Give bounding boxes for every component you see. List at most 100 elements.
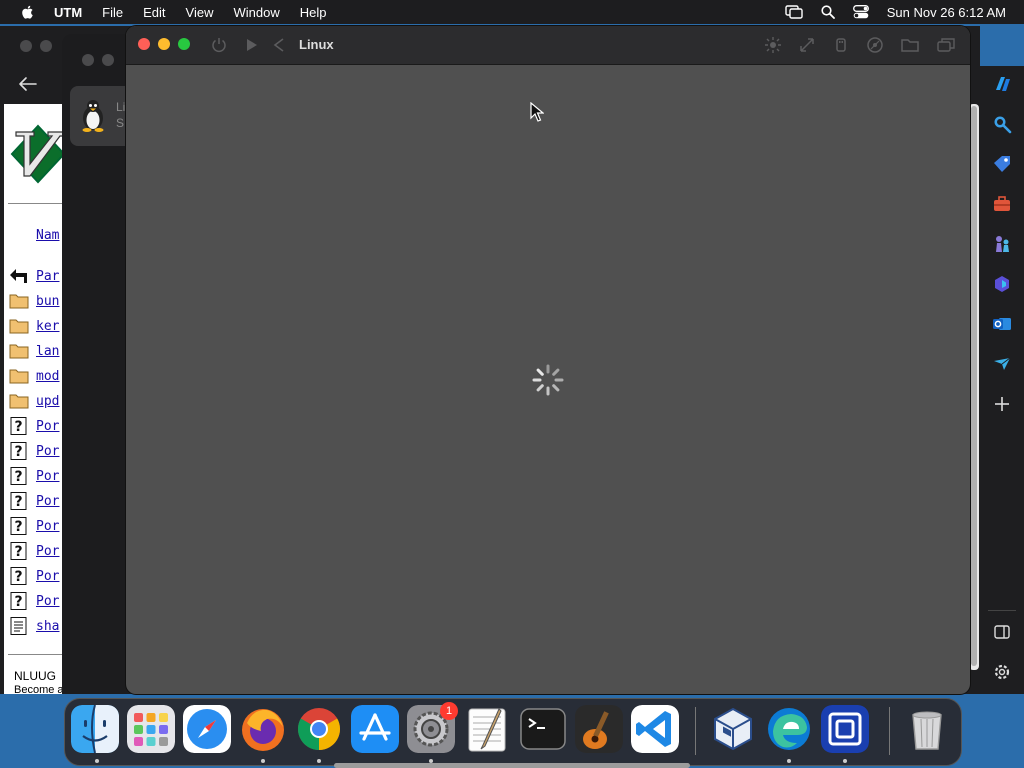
directory-link[interactable]: lan xyxy=(36,344,59,359)
add-plus-icon[interactable] xyxy=(992,394,1012,414)
play-icon[interactable] xyxy=(242,36,260,54)
garageband-app-icon[interactable] xyxy=(575,705,623,753)
text-file-icon xyxy=(10,617,27,635)
file-link[interactable]: Por xyxy=(36,569,59,584)
dock-separator xyxy=(695,707,696,755)
sidebar-toggle-icon[interactable] xyxy=(992,622,1012,642)
capture-input-icon[interactable] xyxy=(764,36,782,54)
list-item[interactable]: ? Por xyxy=(9,491,59,511)
launchpad-app-icon[interactable] xyxy=(127,705,175,753)
folder-icon xyxy=(9,344,29,359)
list-item[interactable]: ? Por xyxy=(9,566,59,586)
settings-gear-icon[interactable] xyxy=(992,662,1012,682)
list-item[interactable]: ? Por xyxy=(9,516,59,536)
menu-app-name[interactable]: UTM xyxy=(54,5,82,20)
windows-icon[interactable] xyxy=(936,36,956,54)
divider xyxy=(8,654,64,655)
resize-display-icon[interactable] xyxy=(798,36,816,54)
list-item[interactable]: Par xyxy=(9,266,59,286)
screen-mirroring-icon[interactable] xyxy=(785,5,803,19)
browser-close-button[interactable] xyxy=(20,40,32,52)
vm-window-controls xyxy=(138,38,190,50)
browser-minimize-button[interactable] xyxy=(40,40,52,52)
list-item[interactable]: ker xyxy=(9,316,59,336)
file-link[interactable]: Por xyxy=(36,469,59,484)
vm-toolbar xyxy=(764,36,956,54)
file-link[interactable]: Por xyxy=(36,444,59,459)
firefox-running-indicator xyxy=(261,759,265,763)
file-link[interactable]: Por xyxy=(36,494,59,509)
loading-spinner-icon xyxy=(532,364,564,396)
list-item[interactable]: ? Por xyxy=(9,416,59,436)
cd-drive-icon[interactable] xyxy=(866,36,884,54)
menu-file[interactable]: File xyxy=(102,5,123,20)
tools-briefcase-icon[interactable] xyxy=(992,194,1012,214)
directory-link[interactable]: bun xyxy=(36,294,59,309)
directory-link[interactable]: mod xyxy=(36,369,59,384)
browser-scrollbar-thumb[interactable] xyxy=(971,106,977,666)
menu-view[interactable]: View xyxy=(186,5,214,20)
list-item[interactable]: lan xyxy=(9,341,59,361)
footer-member-link[interactable]: Become a member xyxy=(14,684,64,694)
usb-device-icon[interactable] xyxy=(832,36,850,54)
chrome-app-icon[interactable] xyxy=(295,705,343,753)
list-item[interactable]: ? Por xyxy=(9,541,59,561)
search-icon[interactable] xyxy=(992,114,1012,134)
apple-logo-icon[interactable] xyxy=(20,4,36,20)
menu-bar-clock[interactable]: Sun Nov 26 6:12 AM xyxy=(887,5,1006,20)
minimize-button[interactable] xyxy=(158,38,170,50)
spotlight-search-icon[interactable] xyxy=(821,5,835,19)
control-center-icon[interactable] xyxy=(852,5,869,19)
list-item[interactable]: sha xyxy=(9,616,59,636)
terminal-app-icon[interactable] xyxy=(519,705,567,753)
file-link[interactable]: Por xyxy=(36,544,59,559)
file-link[interactable]: Por xyxy=(36,419,59,434)
menu-help[interactable]: Help xyxy=(300,5,327,20)
app-store-app-icon[interactable] xyxy=(351,705,399,753)
drop-send-icon[interactable] xyxy=(992,354,1012,374)
file-link[interactable]: Por xyxy=(36,519,59,534)
trash-icon[interactable] xyxy=(903,705,951,753)
vim-logo-icon xyxy=(10,124,64,184)
virtualbox-app-icon[interactable] xyxy=(709,705,757,753)
textedit-app-icon[interactable] xyxy=(463,705,511,753)
power-icon[interactable] xyxy=(210,36,228,54)
back-arrow-icon[interactable] xyxy=(18,76,38,92)
tux-linux-icon xyxy=(82,100,104,132)
firefox-app-icon[interactable] xyxy=(239,705,287,753)
list-item[interactable]: ? Por xyxy=(9,591,59,611)
vscode-app-icon[interactable] xyxy=(631,705,679,753)
directory-link[interactable]: ker xyxy=(36,319,59,334)
list-item[interactable]: upd xyxy=(9,391,59,411)
menu-edit[interactable]: Edit xyxy=(143,5,165,20)
horizontal-scrollbar[interactable] xyxy=(334,763,690,768)
vm-window-titlebar: Linux xyxy=(126,26,970,65)
shared-folder-icon[interactable] xyxy=(900,36,920,54)
directory-link[interactable]: upd xyxy=(36,394,59,409)
copilot-icon[interactable] xyxy=(992,74,1012,94)
outlook-icon[interactable] xyxy=(992,314,1012,334)
list-item[interactable]: mod xyxy=(9,366,59,386)
microsoft-365-icon[interactable] xyxy=(992,274,1012,294)
edge-app-icon[interactable] xyxy=(765,705,813,753)
list-item[interactable]: ? Por xyxy=(9,466,59,486)
utm-library-minimize-button[interactable] xyxy=(102,54,114,66)
file-link[interactable]: Por xyxy=(36,594,59,609)
restart-back-icon[interactable] xyxy=(270,36,288,54)
close-button[interactable] xyxy=(138,38,150,50)
parent-directory-link[interactable]: Par xyxy=(36,269,59,284)
name-column-header[interactable]: Nam xyxy=(36,228,59,243)
list-item[interactable]: ? Por xyxy=(9,441,59,461)
file-link[interactable]: sha xyxy=(36,619,59,634)
shopping-tag-icon[interactable] xyxy=(992,154,1012,174)
list-item[interactable]: bun xyxy=(9,291,59,311)
finder-app-icon[interactable] xyxy=(71,705,119,753)
menu-window[interactable]: Window xyxy=(233,5,279,20)
utm-app-icon[interactable] xyxy=(821,705,869,753)
edge-running-indicator xyxy=(787,759,791,763)
safari-app-icon[interactable] xyxy=(183,705,231,753)
utm-library-close-button[interactable] xyxy=(82,54,94,66)
maximize-button[interactable] xyxy=(178,38,190,50)
games-chess-icon[interactable] xyxy=(992,234,1012,254)
finder-running-indicator xyxy=(95,759,99,763)
